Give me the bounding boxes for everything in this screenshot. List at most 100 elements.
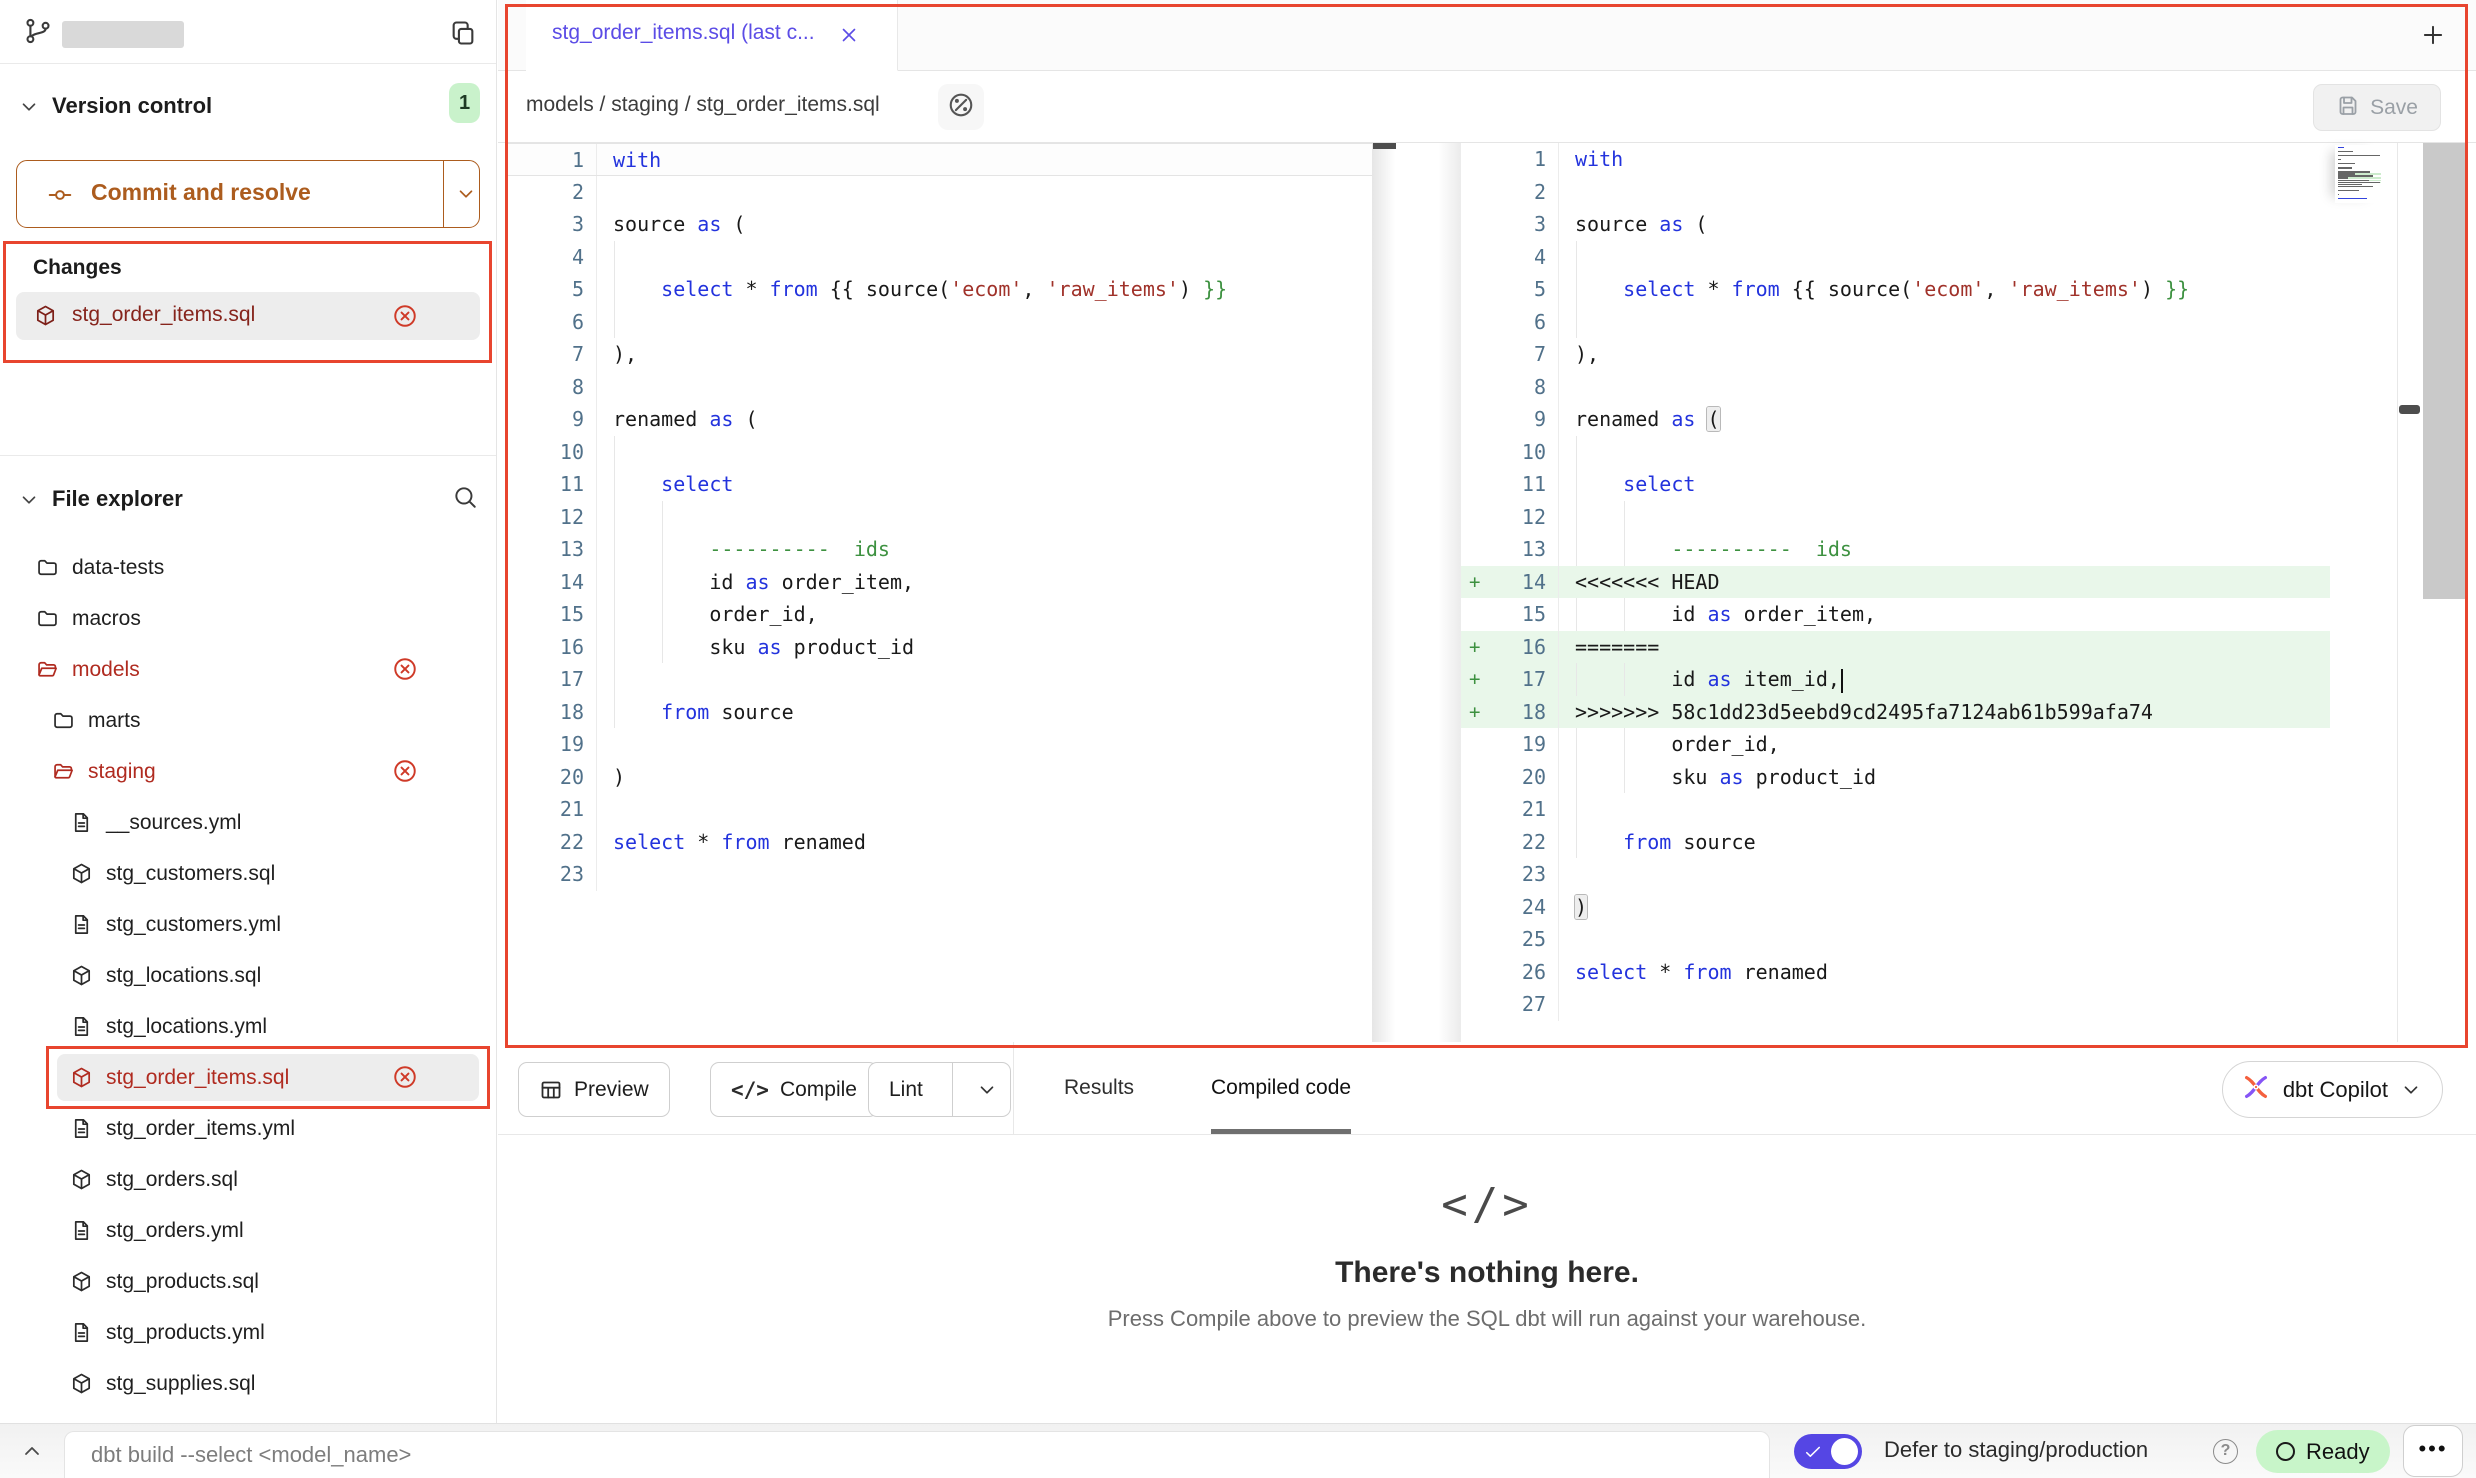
tree-folder-data-tests[interactable]: data-tests <box>0 542 496 593</box>
code-line-16[interactable]: +16======= <box>1461 631 2330 664</box>
tree-file-stg_locations.yml[interactable]: stg_locations.yml <box>0 1001 496 1052</box>
code-line-6[interactable]: 6 <box>1461 306 2330 339</box>
code-line-8[interactable]: 8 <box>1461 371 2330 404</box>
code-line-17[interactable]: 17 <box>505 663 1372 696</box>
code-line-19[interactable]: 19 <box>505 728 1372 761</box>
code-line-18[interactable]: +18>>>>>>> 58c1dd23d5eebd9cd2495fa7124ab… <box>1461 696 2330 729</box>
editor-pane-original[interactable]: 1with23source as (45 select * from {{ so… <box>505 143 1372 1042</box>
code-line-20[interactable]: 20 sku as product_id <box>1461 761 2330 794</box>
code-line-17[interactable]: +17 id as item_id, <box>1461 663 2330 696</box>
close-icon[interactable] <box>838 24 860 51</box>
overview-scrollbar[interactable] <box>2423 143 2467 599</box>
minimap[interactable] <box>2335 145 2383 203</box>
compile-button[interactable]: </> Compile <box>710 1062 878 1117</box>
tree-file-stg_order_items.yml[interactable]: stg_order_items.yml <box>0 1103 496 1154</box>
ready-status-badge[interactable]: Ready <box>2256 1430 2390 1473</box>
discard-change-icon[interactable] <box>392 1064 418 1096</box>
discard-change-icon[interactable] <box>392 303 418 334</box>
chevron-up-icon[interactable] <box>20 1439 44 1468</box>
code-line-13[interactable]: 13 ---------- ids <box>505 533 1372 566</box>
editor-pane-working[interactable]: 1with23source as (45 select * from {{ so… <box>1461 143 2397 1042</box>
changed-file-row[interactable]: stg_order_items.sql <box>16 292 480 340</box>
view-lineage-button[interactable] <box>938 84 984 130</box>
code-line-20[interactable]: 20) <box>505 761 1372 794</box>
new-tab-plus-icon[interactable] <box>2420 22 2446 53</box>
tree-file-__sources.yml[interactable]: __sources.yml <box>0 797 496 848</box>
tree-file-stg_locations.sql[interactable]: stg_locations.sql <box>0 950 496 1001</box>
tree-file-stg_products.yml[interactable]: stg_products.yml <box>0 1307 496 1358</box>
search-icon[interactable] <box>452 484 478 515</box>
right-scrollbar-thumb[interactable] <box>2399 405 2420 414</box>
code-line-4[interactable]: 4 <box>1461 241 2330 274</box>
tab-stg-order-items[interactable]: stg_order_items.sql (last c... <box>526 0 898 71</box>
discard-change-icon[interactable] <box>392 656 418 688</box>
version-control-header[interactable]: Version control 1 <box>0 86 496 128</box>
help-icon[interactable]: ? <box>2213 1439 2238 1464</box>
code-line-16[interactable]: 16 sku as product_id <box>505 631 1372 664</box>
code-line-4[interactable]: 4 <box>505 241 1372 274</box>
code-line-12[interactable]: 12 <box>505 501 1372 534</box>
code-line-21[interactable]: 21 <box>1461 793 2330 826</box>
code-line-7[interactable]: 7), <box>505 338 1372 371</box>
tree-folder-staging[interactable]: staging <box>0 746 496 797</box>
chevron-down-icon[interactable] <box>964 1079 1010 1101</box>
tree-folder-models[interactable]: models <box>0 644 496 695</box>
code-line-5[interactable]: 5 select * from {{ source('ecom', 'raw_i… <box>505 273 1372 306</box>
copy-files-icon[interactable] <box>449 19 477 52</box>
code-line-15[interactable]: 15 id as order_item, <box>1461 598 2330 631</box>
code-line-23[interactable]: 23 <box>505 858 1372 891</box>
tree-file-stg_orders.yml[interactable]: stg_orders.yml <box>0 1205 496 1256</box>
code-line-19[interactable]: 19 order_id, <box>1461 728 2330 761</box>
more-options-button[interactable]: ••• <box>2403 1425 2463 1477</box>
code-line-22[interactable]: 22 from source <box>1461 826 2330 859</box>
code-line-14[interactable]: +14<<<<<<< HEAD <box>1461 566 2330 599</box>
tree-file-stg_products.sql[interactable]: stg_products.sql <box>0 1256 496 1307</box>
code-line-6[interactable]: 6 <box>505 306 1372 339</box>
code-line-1[interactable]: 1with <box>1461 143 2330 176</box>
preview-button[interactable]: Preview <box>518 1062 670 1117</box>
tree-folder-macros[interactable]: macros <box>0 593 496 644</box>
tree-folder-marts[interactable]: marts <box>0 695 496 746</box>
defer-toggle[interactable] <box>1794 1434 1862 1469</box>
code-line-3[interactable]: 3source as ( <box>1461 208 2330 241</box>
code-line-10[interactable]: 10 <box>505 436 1372 469</box>
code-line-24[interactable]: 24) <box>1461 891 2330 924</box>
tree-file-stg_order_items.sql[interactable]: stg_order_items.sql <box>0 1052 496 1103</box>
tree-file-stg_customers.yml[interactable]: stg_customers.yml <box>0 899 496 950</box>
dbt-copilot-button[interactable]: dbt Copilot <box>2222 1061 2443 1118</box>
discard-change-icon[interactable] <box>392 758 418 790</box>
code-line-9[interactable]: 9renamed as ( <box>505 403 1372 436</box>
commit-and-resolve-button[interactable]: Commit and resolve <box>16 160 480 228</box>
code-line-25[interactable]: 25 <box>1461 923 2330 956</box>
code-line-18[interactable]: 18 from source <box>505 696 1372 729</box>
code-line-13[interactable]: 13 ---------- ids <box>1461 533 2330 566</box>
code-line-12[interactable]: 12 <box>1461 501 2330 534</box>
code-line-9[interactable]: 9renamed as ( <box>1461 403 2330 436</box>
tree-file-stg_orders.sql[interactable]: stg_orders.sql <box>0 1154 496 1205</box>
chevron-down-icon[interactable] <box>455 183 477 210</box>
lint-button[interactable]: Lint <box>868 1062 1011 1117</box>
code-line-22[interactable]: 22select * from renamed <box>505 826 1372 859</box>
code-line-14[interactable]: 14 id as order_item, <box>505 566 1372 599</box>
tab-results[interactable]: Results <box>1064 1042 1134 1134</box>
code-line-8[interactable]: 8 <box>505 371 1372 404</box>
tab-compiled-code[interactable]: Compiled code <box>1211 1042 1351 1134</box>
dbt-command-input[interactable]: dbt build --select <model_name> <box>64 1431 1770 1478</box>
code-line-2[interactable]: 2 <box>1461 176 2330 209</box>
code-line-10[interactable]: 10 <box>1461 436 2330 469</box>
code-line-5[interactable]: 5 select * from {{ source('ecom', 'raw_i… <box>1461 273 2330 306</box>
code-line-2[interactable]: 2 <box>505 176 1372 209</box>
code-line-15[interactable]: 15 order_id, <box>505 598 1372 631</box>
code-line-7[interactable]: 7), <box>1461 338 2330 371</box>
code-line-3[interactable]: 3source as ( <box>505 208 1372 241</box>
code-line-1[interactable]: 1with <box>505 143 1372 176</box>
tree-file-stg_customers.sql[interactable]: stg_customers.sql <box>0 848 496 899</box>
left-scrollbar-thumb[interactable] <box>1373 143 1396 149</box>
code-line-27[interactable]: 27 <box>1461 988 2330 1021</box>
code-line-11[interactable]: 11 select <box>1461 468 2330 501</box>
save-button[interactable]: Save <box>2313 84 2441 131</box>
tree-file-stg_supplies.sql[interactable]: stg_supplies.sql <box>0 1358 496 1409</box>
code-line-26[interactable]: 26select * from renamed <box>1461 956 2330 989</box>
code-line-21[interactable]: 21 <box>505 793 1372 826</box>
file-explorer-header[interactable]: File explorer <box>0 479 496 521</box>
